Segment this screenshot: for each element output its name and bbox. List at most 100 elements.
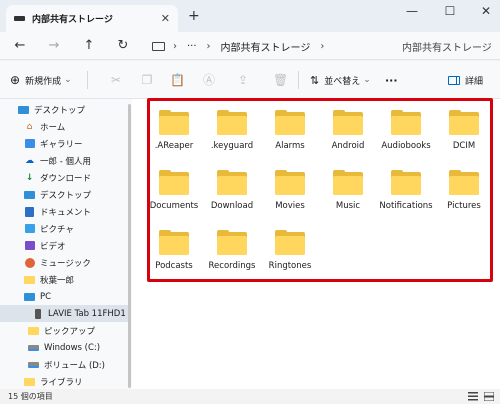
sidebar-item-home[interactable]: ⌂ ホーム <box>0 118 128 135</box>
copy-icon[interactable]: ❐ <box>140 73 154 87</box>
sidebar-item-pc[interactable]: PC <box>0 288 128 305</box>
sidebar-item-music[interactable]: ミュージック <box>0 254 128 271</box>
sidebar-item-label: ダウンロード <box>40 173 92 184</box>
item-count: 15 個の項目 <box>8 392 53 401</box>
search-input[interactable]: 内部共有ストレージ <box>396 35 496 57</box>
back-button[interactable]: ← <box>11 38 29 54</box>
tablet-icon <box>32 308 43 319</box>
title-bar: 内部共有ストレージ ✕ + — ☐ ✕ <box>0 0 500 32</box>
music-icon <box>24 257 35 268</box>
divider <box>87 71 88 89</box>
desktop-icon <box>18 104 29 115</box>
pc-icon <box>24 291 35 302</box>
address-bar[interactable]: › ··· › 内部共有ストレージ › <box>142 35 388 57</box>
sidebar-item-desktop[interactable]: デスクトップ <box>0 186 128 203</box>
tiles-view-icon[interactable] <box>483 391 495 402</box>
sidebar-item-desktop-top[interactable]: デスクトップ <box>0 101 128 118</box>
tab-title: 内部共有ストレージ <box>32 15 113 25</box>
sidebar-item-lavie-tab[interactable]: LAVIE Tab 11FHD1 <box>0 305 128 322</box>
sidebar-item-label: 秋葉一郎 <box>40 275 75 286</box>
sort-button[interactable]: ⇅ 並べ替え ⌄ <box>310 61 371 99</box>
breadcrumb-separator: › <box>206 40 211 52</box>
sidebar-item-label: ボリューム (D:) <box>44 360 105 371</box>
pictures-icon <box>24 223 35 234</box>
desktop-icon <box>24 189 35 200</box>
sidebar-item-label: ライブラリ <box>40 377 83 388</box>
sidebar-item-label: ギャラリー <box>40 139 83 150</box>
sidebar-item-label: Windows (C:) <box>44 342 101 353</box>
folder-icon <box>28 325 39 336</box>
pc-icon <box>152 41 165 51</box>
new-button[interactable]: ⊕ 新規作成 ⌄ <box>10 61 72 99</box>
sidebar-scrollbar[interactable] <box>128 104 131 388</box>
download-icon: ↓ <box>25 172 34 183</box>
drive-c-icon <box>28 342 39 353</box>
sort-label: 並べ替え <box>324 76 361 87</box>
home-icon: ⌂ <box>26 121 33 132</box>
sidebar-item-drive-c[interactable]: Windows (C:) <box>0 339 128 356</box>
drive-d-icon <box>28 359 39 370</box>
sidebar-item-label: ピクチャ <box>40 224 74 235</box>
cut-icon[interactable]: ✂ <box>109 73 123 87</box>
tab-close-icon[interactable]: ✕ <box>161 12 170 25</box>
sidebar-item-label: PC <box>40 291 52 302</box>
minimize-button[interactable]: — <box>402 4 422 18</box>
delete-icon[interactable]: 🗑 <box>273 73 288 87</box>
refresh-button[interactable]: ↻ <box>114 38 132 54</box>
details-button[interactable]: 詳細 <box>448 61 483 99</box>
forward-button[interactable]: → <box>45 38 63 54</box>
sort-icon: ⇅ <box>310 73 320 87</box>
sidebar-item-videos[interactable]: ビデオ <box>0 237 128 254</box>
close-button[interactable]: ✕ <box>476 4 496 18</box>
sidebar-item-label: ピックアップ <box>44 326 96 337</box>
plus-icon: ⊕ <box>10 73 21 87</box>
sidebar-item-label: ドキュメント <box>40 207 92 218</box>
sidebar-item-gallery[interactable]: ギャラリー <box>0 135 128 152</box>
sidebar-item-user-folder[interactable]: 秋葉一郎 <box>0 271 128 288</box>
cloud-icon: ☁ <box>25 155 34 166</box>
sidebar-item-label: LAVIE Tab 11FHD1 <box>48 308 126 319</box>
details-view-icon[interactable] <box>468 392 478 401</box>
navigation-bar: ← → ↑ ↻ › ··· › 内部共有ストレージ › 内部共有ストレージ <box>0 32 500 60</box>
up-button[interactable]: ↑ <box>80 38 98 54</box>
details-label: 詳細 <box>465 76 484 87</box>
document-icon <box>24 206 35 217</box>
sidebar-item-pictures[interactable]: ピクチャ <box>0 220 128 237</box>
paste-icon[interactable]: 📋 <box>170 73 185 87</box>
sidebar-item-label: 一郎 - 個人用 <box>40 156 91 167</box>
new-label: 新規作成 <box>25 76 62 87</box>
breadcrumb-chevron[interactable]: › <box>320 41 324 52</box>
library-icon <box>24 376 35 387</box>
breadcrumb-separator: › <box>173 40 177 52</box>
chevron-down-icon: ⌄ <box>363 75 371 85</box>
status-bar: 15 個の項目 <box>0 389 500 404</box>
sidebar-item-downloads[interactable]: ↓ ダウンロード <box>0 169 128 186</box>
divider <box>298 71 299 89</box>
navigation-pane: デスクトップ ⌂ ホーム ギャラリー ☁ 一郎 - 個人用 ↓ ダウンロード デ… <box>0 99 132 389</box>
drive-icon <box>14 16 25 21</box>
rename-icon[interactable]: Ⓐ <box>202 73 216 87</box>
video-icon <box>24 240 35 251</box>
tab-internal-storage[interactable]: 内部共有ストレージ ✕ <box>6 5 178 32</box>
chevron-down-icon: ⌄ <box>64 75 72 85</box>
details-pane-icon <box>448 75 460 85</box>
sidebar-item-libraries[interactable]: ライブラリ <box>0 373 128 389</box>
maximize-button[interactable]: ☐ <box>440 4 460 18</box>
share-icon[interactable]: ⇪ <box>236 73 250 87</box>
breadcrumb-current[interactable]: 内部共有ストレージ <box>221 39 311 54</box>
sidebar-item-drive-d[interactable]: ボリューム (D:) <box>0 356 128 373</box>
breadcrumb-more[interactable]: ··· <box>187 41 197 52</box>
sidebar-item-label: ミュージック <box>40 258 91 269</box>
sidebar-item-onedrive[interactable]: ☁ 一郎 - 個人用 <box>0 152 128 169</box>
folder-icon <box>24 274 35 285</box>
sidebar-item-label: ビデオ <box>40 241 66 252</box>
gallery-icon <box>24 138 35 149</box>
command-bar: ⊕ 新規作成 ⌄ ✂ ❐ 📋 Ⓐ ⇪ 🗑 ⇅ 並べ替え ⌄ ··· 詳細 <box>0 61 500 99</box>
highlight-box <box>147 98 493 282</box>
sidebar-item-label: デスクトップ <box>40 190 92 201</box>
sidebar-item-documents[interactable]: ドキュメント <box>0 203 128 220</box>
more-options-button[interactable]: ··· <box>385 61 398 99</box>
new-tab-button[interactable]: + <box>188 8 200 24</box>
sidebar-item-pickup[interactable]: ピックアップ <box>0 322 128 339</box>
sidebar-item-label: デスクトップ <box>34 105 86 116</box>
